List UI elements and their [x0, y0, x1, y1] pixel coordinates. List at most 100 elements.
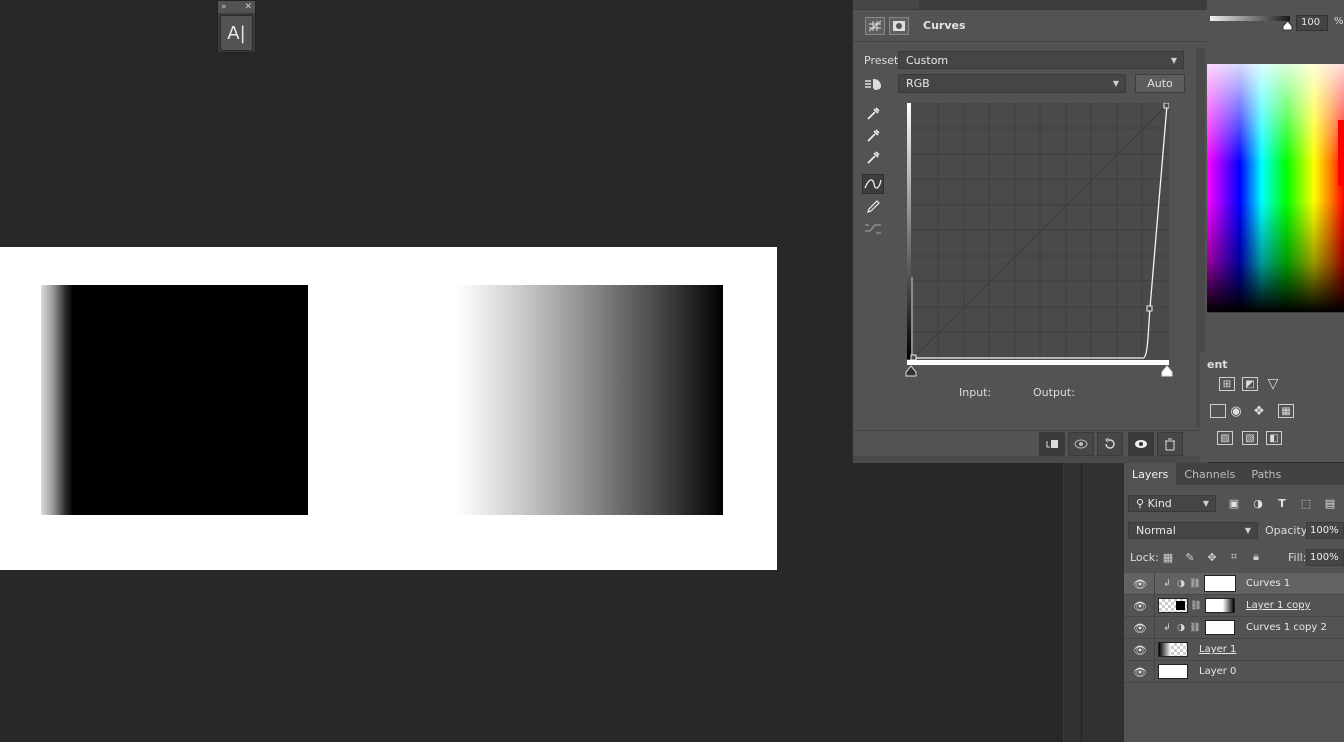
- chevron-down-icon: ▼: [1170, 55, 1177, 65]
- layer-name[interactable]: Curves 1 copy 2: [1246, 622, 1327, 633]
- layer-mask-icon[interactable]: [889, 16, 909, 35]
- opacity-field[interactable]: 100%: [1306, 522, 1344, 539]
- spectrum-highlight: [1207, 64, 1344, 312]
- lock-transparent-icon[interactable]: ▦: [1161, 550, 1175, 564]
- on-image-adjust-icon[interactable]: [862, 74, 884, 94]
- edit-points-curve-icon[interactable]: [862, 174, 884, 194]
- layer-row[interactable]: 👁︎ Layer 0: [1124, 661, 1344, 683]
- posterize-icon[interactable]: ▨: [1217, 431, 1233, 445]
- curves-adjust-icon[interactable]: ⊞: [1219, 377, 1235, 391]
- curve-point-black[interactable]: [910, 354, 917, 361]
- layer-name[interactable]: Layer 1 copy: [1246, 600, 1310, 611]
- clipping-arrow-icon: ↲: [1163, 579, 1171, 589]
- link-chain-icon[interactable]: ⛓︎: [1189, 622, 1200, 634]
- lock-position-icon[interactable]: ✥: [1205, 550, 1219, 564]
- adjustments-title: ent: [1207, 358, 1228, 371]
- blend-mode-value: Normal: [1136, 524, 1176, 537]
- brightness-slider-handle[interactable]: [1282, 20, 1293, 31]
- blend-mode-dropdown[interactable]: Normal ▼: [1128, 522, 1258, 539]
- exposure-icon[interactable]: ◩: [1242, 377, 1258, 391]
- layer-list: 👁︎ ↲ ◑ ⛓︎ Curves 1 👁︎ ⛓︎ Layer 1 copy 👁︎…: [1124, 573, 1344, 683]
- selective-color-icon[interactable]: ▧: [1242, 431, 1258, 445]
- layer-mask-thumbnail[interactable]: [1205, 620, 1235, 635]
- filter-kind-value: Kind: [1147, 497, 1172, 510]
- visibility-eye-icon[interactable]: 👁︎: [1133, 622, 1147, 635]
- color-balance-icon[interactable]: [1210, 404, 1226, 418]
- floating-tool-palette: » ✕ A|: [217, 0, 256, 53]
- visibility-eye-icon[interactable]: 👁︎: [1133, 666, 1147, 679]
- layer-name[interactable]: Layer 1: [1199, 644, 1236, 655]
- visibility-eye-icon[interactable]: 👁︎: [1133, 600, 1147, 613]
- side-dock-column: [1063, 463, 1123, 742]
- channel-mixer-icon[interactable]: ❖: [1251, 404, 1267, 419]
- layer-name[interactable]: Curves 1: [1246, 578, 1290, 589]
- black-gradient-rectangle: [41, 285, 308, 515]
- layer-thumbnail[interactable]: [1158, 664, 1188, 679]
- clip-to-layer-icon[interactable]: [1039, 432, 1065, 456]
- smart-object-filter-icon[interactable]: ▤: [1323, 496, 1337, 510]
- document-canvas[interactable]: [0, 247, 777, 570]
- shape-filter-icon[interactable]: ⬚: [1299, 496, 1313, 510]
- gray-point-eyedropper-icon[interactable]: [862, 126, 884, 146]
- curve-point-white[interactable]: [1163, 103, 1169, 109]
- brightness-slider-track[interactable]: [1210, 16, 1290, 21]
- curve-point-mid[interactable]: [1146, 305, 1153, 312]
- curves-adjustment-icon[interactable]: [865, 16, 885, 35]
- chevron-down-icon: ▼: [1244, 526, 1251, 535]
- white-point-eyedropper-icon[interactable]: [862, 148, 884, 168]
- delete-trash-icon[interactable]: [1157, 432, 1183, 456]
- color-panel-footer: [1207, 312, 1344, 352]
- layer-filter-dropdown[interactable]: ⚲ Kind ▼: [1128, 495, 1216, 512]
- photo-filter-icon[interactable]: ◉: [1228, 404, 1244, 419]
- tab-layers[interactable]: Layers: [1124, 463, 1177, 485]
- brightness-value-field[interactable]: 100: [1296, 15, 1328, 31]
- pixel-filter-icon[interactable]: ▣: [1227, 496, 1241, 510]
- chevron-down-icon: ▼: [1112, 79, 1119, 88]
- layer-mask-thumbnail[interactable]: [1205, 598, 1235, 613]
- chevron-down-icon: ▼: [1202, 499, 1209, 508]
- close-icon[interactable]: ✕: [244, 2, 252, 12]
- adjustment-filter-icon[interactable]: ◑: [1251, 496, 1265, 510]
- layer-row[interactable]: 👁︎ Layer 1: [1124, 639, 1344, 661]
- layer-row[interactable]: 👁︎ ⛓︎ Layer 1 copy: [1124, 595, 1344, 617]
- link-chain-icon[interactable]: ⛓︎: [1189, 578, 1200, 590]
- color-lookup-icon[interactable]: ▦: [1278, 404, 1294, 418]
- layer-thumbnail[interactable]: [1158, 642, 1188, 657]
- channel-dropdown[interactable]: RGB ▼: [898, 74, 1126, 93]
- layer-row[interactable]: 👁︎ ↲ ◑ ⛓︎ Curves 1: [1124, 573, 1344, 595]
- link-chain-icon[interactable]: ⛓︎: [1190, 600, 1201, 612]
- preset-dropdown[interactable]: Custom ▼: [898, 51, 1184, 69]
- fill-field[interactable]: 100%: [1306, 549, 1344, 566]
- channel-value: RGB: [906, 77, 930, 90]
- gradient-triangle-icon[interactable]: ▽: [1265, 376, 1281, 392]
- tab-channels[interactable]: Channels: [1176, 463, 1243, 485]
- toggle-visibility-icon[interactable]: [1128, 432, 1154, 456]
- layer-mask-thumbnail[interactable]: [1204, 575, 1236, 592]
- collapse-icon[interactable]: »: [221, 2, 227, 12]
- view-previous-state-icon[interactable]: [1068, 432, 1094, 456]
- preset-label: Preset:: [864, 54, 903, 67]
- pencil-icon[interactable]: [862, 197, 884, 217]
- black-input-slider[interactable]: [905, 365, 917, 377]
- input-gradient-bar: [907, 360, 1169, 365]
- lock-brush-icon[interactable]: ✎: [1183, 550, 1197, 564]
- type-filter-icon[interactable]: T: [1275, 496, 1289, 510]
- visibility-eye-icon[interactable]: 👁︎: [1133, 578, 1147, 591]
- layer-name[interactable]: Layer 0: [1199, 666, 1236, 677]
- auto-button[interactable]: Auto: [1135, 74, 1185, 93]
- curves-graph[interactable]: [907, 103, 1169, 365]
- white-input-slider[interactable]: [1161, 365, 1173, 377]
- properties-header: Curves: [853, 10, 1208, 42]
- black-point-eyedropper-icon[interactable]: [862, 104, 884, 124]
- input-label: Input:: [959, 386, 992, 399]
- tab-paths[interactable]: Paths: [1243, 463, 1289, 485]
- visibility-eye-icon[interactable]: 👁︎: [1133, 644, 1147, 657]
- lock-artboard-icon[interactable]: ⌗: [1227, 550, 1241, 564]
- layer-thumbnail[interactable]: [1158, 598, 1188, 613]
- type-tool-preset-button[interactable]: A|: [220, 15, 253, 51]
- gradient-map-icon[interactable]: ◧: [1266, 431, 1282, 445]
- reset-icon[interactable]: [1097, 432, 1123, 456]
- lock-all-icon[interactable]: 🔒︎: [1249, 550, 1263, 564]
- layer-row[interactable]: 👁︎ ↲ ◑ ⛓︎ Curves 1 copy 2: [1124, 617, 1344, 639]
- palette-titlebar[interactable]: » ✕: [218, 1, 255, 13]
